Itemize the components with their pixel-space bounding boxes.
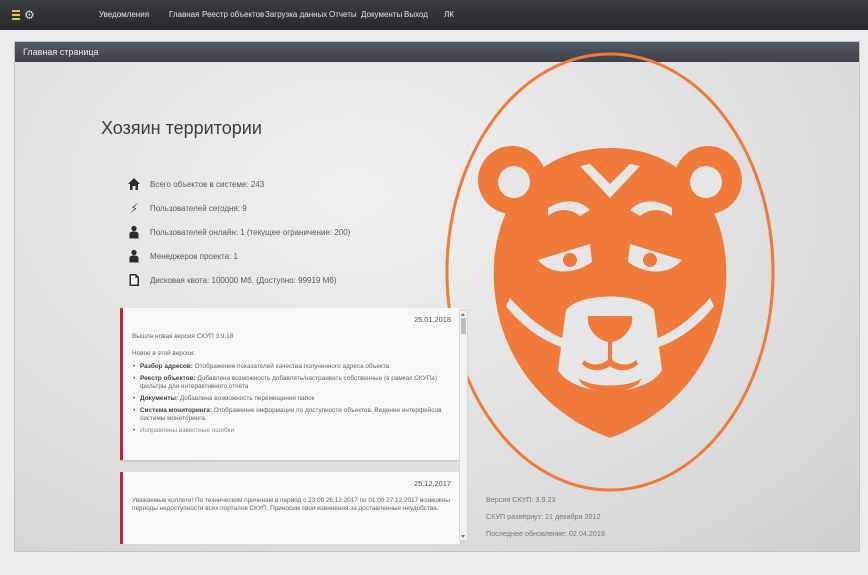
news-date: 25.12.2017	[414, 479, 451, 488]
news-list: Разбор адресов: Отображение показателей …	[132, 363, 451, 435]
document-icon	[129, 274, 139, 286]
stat-disk-quota: Дисковая квота: 100000 Мб. (Доступно: 99…	[127, 272, 337, 288]
stat-users-online: Пользователей онлайн: 1 (текущее огранич…	[127, 224, 350, 240]
gear-icon: ⚙	[24, 8, 35, 22]
news-scrollbar[interactable]	[459, 310, 468, 541]
nav-object-registry[interactable]: Реестр объектов	[202, 0, 264, 30]
nav-home[interactable]: Главная	[169, 0, 199, 30]
news-date: 25.01.2018	[414, 315, 451, 324]
nav-reports[interactable]: Отчеты	[329, 0, 357, 30]
page-title: Хозяин территории	[101, 118, 262, 138]
last-update-label: Последнее обновление: 02.04.2019	[486, 529, 605, 538]
nav-notifications[interactable]: Уведомления	[99, 0, 149, 30]
stat-text: Пользователей сегодня: 9	[150, 203, 247, 213]
stat-users-today: Пользователей сегодня: 9	[127, 200, 247, 216]
news-feed[interactable]: 25.01.2018 Вышла новая версия СКУП 3.9.1…	[120, 308, 465, 544]
user-icon	[129, 225, 139, 239]
list-item: Разбор адресов: Отображение показателей …	[133, 363, 451, 371]
list-item: Документы: Добавлена возможность перемещ…	[133, 395, 451, 403]
nav-logout[interactable]: Выход	[404, 0, 428, 30]
stat-text: Всего объектов в системе: 243	[150, 179, 265, 189]
news-headline: Вышла новая версия СКУП 3.9.18	[132, 333, 234, 340]
top-navigation-bar: ⚙ Уведомления Главная Реестр объектов За…	[0, 0, 868, 30]
deployed-label: СКУП развёрнут: 21 декабря 2012	[486, 512, 601, 521]
stat-text: Менеджеров проекта: 1	[150, 251, 238, 261]
app-logo[interactable]: ⚙	[12, 7, 42, 23]
news-card: 25.12.2017 Уважаемые коллеги! По техниче…	[120, 472, 460, 544]
news-intro: Новое в этой версии:	[132, 350, 195, 357]
stat-text: Дисковая квота: 100000 Мб. (Доступно: 99…	[150, 275, 337, 285]
list-item: Реестр объектов: Добавлена возможность д…	[133, 375, 451, 391]
version-label: Версия СКУП: 3.9.23	[486, 495, 556, 504]
menu-icon	[12, 10, 20, 20]
stat-total-objects: Всего объектов в системе: 243	[127, 176, 264, 192]
news-text: Уважаемые коллеги! По техническим причин…	[132, 497, 450, 512]
stat-text: Пользователей онлайн: 1 (текущее огранич…	[150, 227, 351, 237]
scroll-down-icon[interactable]	[461, 535, 465, 538]
list-item: Система мониторинга: Отображение информа…	[133, 407, 451, 423]
lightning-icon	[129, 202, 139, 214]
nav-documents[interactable]: Документы	[361, 0, 402, 30]
nav-account[interactable]: ЛК	[444, 0, 454, 30]
user-icon	[129, 249, 139, 263]
list-item: Исправлены известные ошибки	[133, 427, 451, 435]
home-icon	[128, 178, 140, 190]
scrollbar-thumb[interactable]	[461, 318, 466, 334]
bear-emblem	[445, 52, 775, 492]
stat-project-managers: Менеджеров проекта: 1	[127, 248, 238, 264]
news-card: 25.01.2018 Вышла новая версия СКУП 3.9.1…	[120, 308, 460, 460]
scroll-up-icon[interactable]	[461, 313, 465, 316]
main-panel: Главная страница Хозяин территории Всего…	[14, 41, 860, 552]
nav-data-upload[interactable]: Загрузка данных	[265, 0, 327, 30]
